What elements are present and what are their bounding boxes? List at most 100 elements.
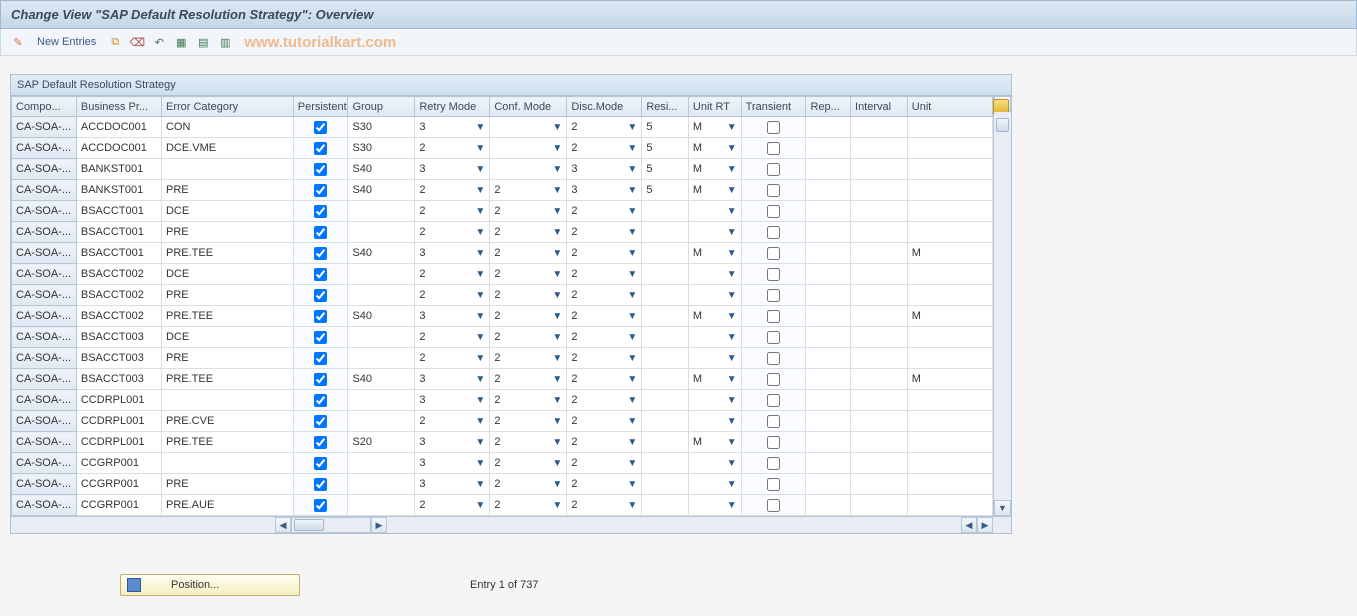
- text-cell[interactable]: M: [908, 243, 992, 263]
- cell-compo[interactable]: CA-SOA-...: [12, 138, 77, 159]
- persistent-checkbox[interactable]: [314, 142, 327, 155]
- dropdown-cell[interactable]: 2▼: [490, 495, 566, 515]
- dropdown-cell[interactable]: 2▼: [490, 264, 566, 284]
- text-cell[interactable]: [348, 264, 414, 284]
- copy-icon[interactable]: ⧉: [106, 33, 124, 51]
- text-cell[interactable]: BSACCT003: [77, 327, 161, 347]
- wand-icon[interactable]: ✎: [9, 33, 27, 51]
- new-entries-button[interactable]: New Entries: [31, 36, 102, 48]
- text-cell[interactable]: PRE: [162, 474, 293, 494]
- text-cell[interactable]: CCGRP001: [77, 474, 161, 494]
- text-cell[interactable]: [851, 411, 907, 431]
- transient-checkbox[interactable]: [767, 268, 780, 281]
- text-cell[interactable]: [806, 243, 850, 263]
- dropdown-cell[interactable]: 2▼: [567, 369, 641, 389]
- dropdown-cell[interactable]: M▼: [689, 306, 741, 326]
- scroll-thumb[interactable]: [996, 118, 1009, 132]
- dropdown-cell[interactable]: 2▼: [567, 264, 641, 284]
- transient-checkbox[interactable]: [767, 247, 780, 260]
- col-business-pr[interactable]: Business Pr...: [76, 97, 161, 117]
- dropdown-cell[interactable]: 2▼: [415, 180, 489, 200]
- dropdown-cell[interactable]: 2▼: [415, 327, 489, 347]
- text-cell[interactable]: [348, 327, 414, 347]
- dropdown-cell[interactable]: 2▼: [490, 285, 566, 305]
- text-cell[interactable]: CCGRP001: [77, 453, 161, 473]
- transient-checkbox[interactable]: [767, 184, 780, 197]
- text-cell[interactable]: [806, 159, 850, 179]
- text-cell[interactable]: [348, 348, 414, 368]
- col-conf-mode[interactable]: Conf. Mode: [490, 97, 567, 117]
- text-cell[interactable]: [162, 390, 293, 410]
- text-cell[interactable]: CCDRPL001: [77, 432, 161, 452]
- text-cell[interactable]: [348, 201, 414, 221]
- persistent-checkbox[interactable]: [314, 394, 327, 407]
- dropdown-cell[interactable]: 2▼: [490, 222, 566, 242]
- dropdown-cell[interactable]: 2▼: [567, 390, 641, 410]
- text-cell[interactable]: [806, 369, 850, 389]
- dropdown-cell[interactable]: M▼: [689, 138, 741, 158]
- text-cell[interactable]: DCE: [162, 264, 293, 284]
- persistent-checkbox[interactable]: [314, 457, 327, 470]
- undo-icon[interactable]: ↶: [150, 33, 168, 51]
- text-cell[interactable]: [908, 117, 992, 137]
- dropdown-cell[interactable]: M▼: [689, 117, 741, 137]
- text-cell[interactable]: S40: [348, 369, 414, 389]
- text-cell[interactable]: 5: [642, 117, 688, 137]
- col-resi[interactable]: Resi...: [642, 97, 689, 117]
- transient-checkbox[interactable]: [767, 331, 780, 344]
- transient-checkbox[interactable]: [767, 457, 780, 470]
- text-cell[interactable]: [851, 306, 907, 326]
- text-cell[interactable]: PRE.TEE: [162, 306, 293, 326]
- text-cell[interactable]: S40: [348, 306, 414, 326]
- dropdown-cell[interactable]: 2▼: [415, 138, 489, 158]
- text-cell[interactable]: S40: [348, 243, 414, 263]
- text-cell[interactable]: [851, 432, 907, 452]
- persistent-checkbox[interactable]: [314, 163, 327, 176]
- text-cell[interactable]: PRE.TEE: [162, 369, 293, 389]
- persistent-checkbox[interactable]: [314, 331, 327, 344]
- transient-checkbox[interactable]: [767, 310, 780, 323]
- dropdown-cell[interactable]: 3▼: [415, 306, 489, 326]
- cell-compo[interactable]: CA-SOA-...: [12, 369, 77, 390]
- text-cell[interactable]: PRE: [162, 180, 293, 200]
- text-cell[interactable]: DCE: [162, 201, 293, 221]
- cell-compo[interactable]: CA-SOA-...: [12, 264, 77, 285]
- vertical-scrollbar[interactable]: ▲ ▼: [993, 96, 1011, 516]
- text-cell[interactable]: S30: [348, 117, 414, 137]
- col-unit-rt[interactable]: Unit RT: [688, 97, 741, 117]
- dropdown-cell[interactable]: 3▼: [415, 390, 489, 410]
- persistent-checkbox[interactable]: [314, 205, 327, 218]
- text-cell[interactable]: [642, 369, 688, 389]
- dropdown-cell[interactable]: ▼: [689, 327, 741, 347]
- persistent-checkbox[interactable]: [314, 436, 327, 449]
- dropdown-cell[interactable]: 2▼: [567, 495, 641, 515]
- dropdown-cell[interactable]: 2▼: [490, 369, 566, 389]
- text-cell[interactable]: 5: [642, 159, 688, 179]
- text-cell[interactable]: [162, 453, 293, 473]
- text-cell[interactable]: CCGRP001: [77, 495, 161, 515]
- text-cell[interactable]: 5: [642, 138, 688, 158]
- col-retry-mode[interactable]: Retry Mode: [415, 97, 490, 117]
- cell-compo[interactable]: CA-SOA-...: [12, 285, 77, 306]
- text-cell[interactable]: M: [908, 306, 992, 326]
- delete-icon[interactable]: ⌫: [128, 33, 146, 51]
- text-cell[interactable]: [908, 138, 992, 158]
- cell-compo[interactable]: CA-SOA-...: [12, 432, 77, 453]
- transient-checkbox[interactable]: [767, 289, 780, 302]
- text-cell[interactable]: [851, 390, 907, 410]
- text-cell[interactable]: [642, 390, 688, 410]
- text-cell[interactable]: [642, 474, 688, 494]
- text-cell[interactable]: [851, 159, 907, 179]
- dropdown-cell[interactable]: ▼: [490, 138, 566, 158]
- text-cell[interactable]: [642, 306, 688, 326]
- dropdown-cell[interactable]: ▼: [689, 348, 741, 368]
- text-cell[interactable]: [908, 453, 992, 473]
- persistent-checkbox[interactable]: [314, 289, 327, 302]
- dropdown-cell[interactable]: ▼: [689, 264, 741, 284]
- text-cell[interactable]: [908, 348, 992, 368]
- text-cell[interactable]: [908, 432, 992, 452]
- text-cell[interactable]: [348, 390, 414, 410]
- text-cell[interactable]: [162, 159, 293, 179]
- persistent-checkbox[interactable]: [314, 226, 327, 239]
- dropdown-cell[interactable]: 3▼: [415, 453, 489, 473]
